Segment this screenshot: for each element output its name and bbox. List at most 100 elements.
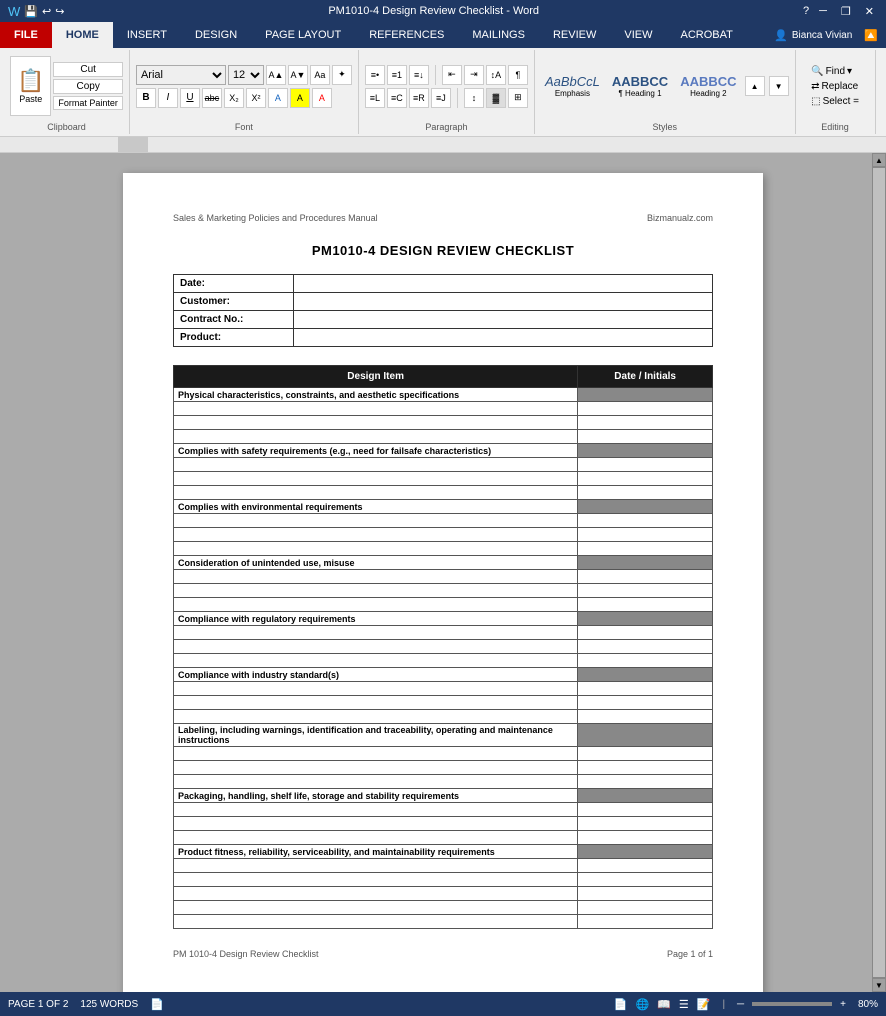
date-cell-6[interactable] <box>578 668 713 682</box>
view-web-icon[interactable]: 🌐 <box>635 998 649 1011</box>
ribbon-group-font: Arial 12 A▲ A▼ Aa ✦ B I U abc X₂ X² <box>130 50 359 134</box>
line-spacing-button[interactable]: ↕ <box>464 88 484 108</box>
ribbon-group-paragraph: ≡• ≡1 ≡↓ ⇤ ⇥ ↕A ¶ ≡L ≡C ≡R ≡J ↕ ▓ <box>359 50 535 134</box>
tab-review[interactable]: REVIEW <box>539 22 610 48</box>
date-cell-2[interactable] <box>578 444 713 458</box>
align-center-button[interactable]: ≡C <box>387 88 407 108</box>
product-label: Product: <box>174 329 294 347</box>
proofing-icon[interactable]: 📄 <box>150 998 164 1011</box>
justify-button[interactable]: ≡J <box>431 88 451 108</box>
find-button[interactable]: 🔍 Find ▾ <box>811 66 859 77</box>
view-read-icon[interactable]: 📖 <box>657 998 671 1011</box>
multilevel-button[interactable]: ≡↓ <box>409 65 429 85</box>
date-cell-5[interactable] <box>578 612 713 626</box>
tab-insert[interactable]: INSERT <box>113 22 181 48</box>
tab-page-layout[interactable]: PAGE LAYOUT <box>251 22 355 48</box>
replace-button[interactable]: ⇄ Replace <box>811 81 859 92</box>
table-row: Labeling, including warnings, identifica… <box>174 724 713 747</box>
superscript-button[interactable]: X² <box>246 88 266 108</box>
editing-group-content: 🔍 Find ▾ ⇄ Replace ⬚ Select = <box>811 52 859 120</box>
close-btn[interactable]: ✕ <box>861 5 878 18</box>
paste-button[interactable]: 📋 Paste <box>10 56 51 116</box>
date-cell-4[interactable] <box>578 556 713 570</box>
view-outline-icon[interactable]: ☰ <box>679 998 689 1011</box>
shrink-font-button[interactable]: A▼ <box>288 65 308 85</box>
minimize-btn[interactable]: ─ <box>815 5 831 17</box>
help-btn[interactable]: ? <box>803 5 809 17</box>
text-effects-button[interactable]: A <box>268 88 288 108</box>
zoom-in-btn[interactable]: + <box>840 999 846 1010</box>
quick-access-redo[interactable]: ↪ <box>55 5 64 18</box>
select-button[interactable]: ⬚ Select = <box>811 96 859 107</box>
numbering-button[interactable]: ≡1 <box>387 65 407 85</box>
bullets-button[interactable]: ≡• <box>365 65 385 85</box>
underline-button[interactable]: U <box>180 88 200 108</box>
clear-formatting-button[interactable]: ✦ <box>332 65 352 85</box>
increase-indent-button[interactable]: ⇥ <box>464 65 484 85</box>
table-row <box>174 570 713 584</box>
date-cell-3[interactable] <box>578 500 713 514</box>
ribbon-minimize-btn[interactable]: 🔼 <box>864 29 878 42</box>
date-value[interactable] <box>294 275 713 293</box>
table-row: Compliance with regulatory requirements <box>174 612 713 626</box>
copy-button[interactable]: Copy <box>53 79 123 94</box>
style-heading2[interactable]: AABBCC Heading 2 <box>676 72 740 100</box>
bold-button[interactable]: B <box>136 88 156 108</box>
scrollbar-down-btn[interactable]: ▼ <box>872 978 886 992</box>
align-right-button[interactable]: ≡R <box>409 88 429 108</box>
show-formatting-button[interactable]: ¶ <box>508 65 528 85</box>
tab-references[interactable]: REFERENCES <box>355 22 458 48</box>
font-size-select[interactable]: 12 <box>228 65 264 85</box>
product-value[interactable] <box>294 329 713 347</box>
style-emphasis[interactable]: AaBbCcL Emphasis <box>541 72 604 100</box>
styles-scroll-down[interactable]: ▼ <box>769 76 789 96</box>
vertical-scrollbar[interactable]: ▲ ▼ <box>872 153 886 992</box>
italic-button[interactable]: I <box>158 88 178 108</box>
info-row-product: Product: <box>174 329 713 347</box>
page-wrapper[interactable]: Sales & Marketing Policies and Procedure… <box>14 153 872 992</box>
quick-access-undo[interactable]: ↩ <box>42 5 51 18</box>
highlight-button[interactable]: A <box>290 88 310 108</box>
font-name-select[interactable]: Arial <box>136 65 226 85</box>
zoom-out-btn[interactable]: ─ <box>737 999 744 1010</box>
cut-button[interactable]: Cut <box>53 62 123 77</box>
grow-font-button[interactable]: A▲ <box>266 65 286 85</box>
style-heading1[interactable]: AABBCC ¶ Heading 1 <box>608 72 672 100</box>
quick-access-save[interactable]: 💾 <box>24 5 38 18</box>
scrollbar-up-btn[interactable]: ▲ <box>872 153 886 167</box>
restore-btn[interactable]: ❐ <box>837 5 855 18</box>
tab-mailings[interactable]: MAILINGS <box>458 22 539 48</box>
sort-button[interactable]: ↕A <box>486 65 506 85</box>
paragraph-label: Paragraph <box>425 120 467 132</box>
date-cell-7[interactable] <box>578 724 713 747</box>
scrollbar-thumb[interactable] <box>872 167 886 978</box>
date-cell-8[interactable] <box>578 789 713 803</box>
date-cell-1[interactable] <box>578 388 713 402</box>
subscript-button[interactable]: X₂ <box>224 88 244 108</box>
zoom-level: 80% <box>858 999 878 1010</box>
format-painter-button[interactable]: Format Painter <box>53 96 123 110</box>
tab-home[interactable]: HOME <box>52 22 113 48</box>
shading-button[interactable]: ▓ <box>486 88 506 108</box>
date-cell-9[interactable] <box>578 845 713 859</box>
table-row <box>174 626 713 640</box>
contract-value[interactable] <box>294 311 713 329</box>
strikethrough-button[interactable]: abc <box>202 88 222 108</box>
clipboard-small-buttons: Cut Copy Format Painter <box>53 62 123 110</box>
table-row: Consideration of unintended use, misuse <box>174 556 713 570</box>
tab-acrobat[interactable]: ACROBAT <box>666 22 746 48</box>
view-print-icon[interactable]: 📄 <box>614 998 628 1011</box>
zoom-slider[interactable] <box>752 1002 832 1006</box>
customer-value[interactable] <box>294 293 713 311</box>
align-left-button[interactable]: ≡L <box>365 88 385 108</box>
font-color-button[interactable]: A <box>312 88 332 108</box>
tab-file[interactable]: FILE <box>0 22 52 48</box>
paragraph-row-1: ≡• ≡1 ≡↓ ⇤ ⇥ ↕A ¶ <box>365 65 528 85</box>
decrease-indent-button[interactable]: ⇤ <box>442 65 462 85</box>
styles-scroll-up[interactable]: ▲ <box>745 76 765 96</box>
change-case-button[interactable]: Aa <box>310 65 330 85</box>
view-draft-icon[interactable]: 📝 <box>697 998 711 1011</box>
tab-view[interactable]: VIEW <box>610 22 666 48</box>
tab-design[interactable]: DESIGN <box>181 22 251 48</box>
borders-button[interactable]: ⊞ <box>508 88 528 108</box>
